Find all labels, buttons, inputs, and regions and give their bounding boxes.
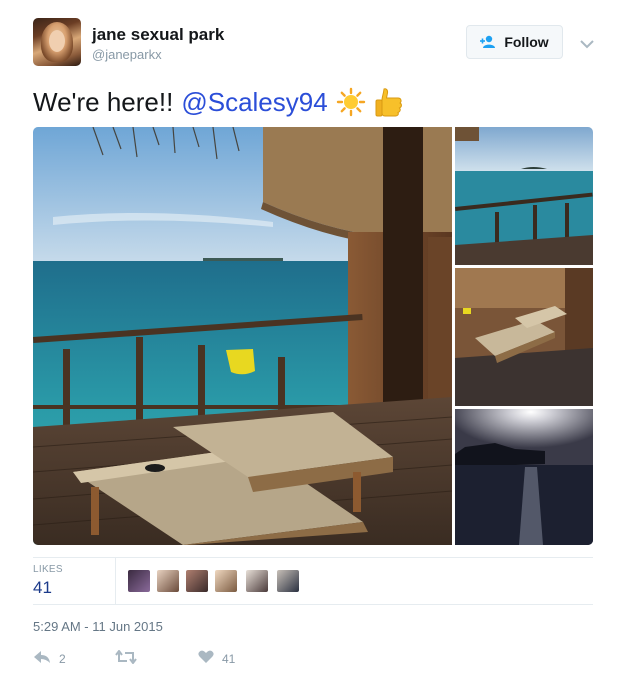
follow-button[interactable]: Follow bbox=[466, 25, 563, 59]
liker-avatar[interactable] bbox=[246, 570, 268, 592]
like-count: 41 bbox=[222, 651, 236, 666]
mention-link[interactable]: @Scalesy94 bbox=[181, 87, 327, 118]
divider bbox=[33, 557, 593, 558]
photo-thumbnail[interactable] bbox=[455, 268, 593, 406]
liker-avatar[interactable] bbox=[186, 570, 208, 592]
avatar[interactable] bbox=[33, 18, 81, 66]
liker-avatar[interactable] bbox=[215, 570, 237, 592]
reply-button[interactable]: 2 bbox=[33, 650, 66, 667]
chevron-down-icon[interactable] bbox=[580, 36, 594, 49]
add-user-icon bbox=[480, 35, 498, 49]
sun-icon bbox=[336, 87, 366, 117]
photo-thumbnail[interactable] bbox=[455, 409, 593, 545]
likes-label: LIKES bbox=[33, 564, 63, 575]
follow-button-label: Follow bbox=[504, 34, 549, 50]
tweet-body: We're here!! bbox=[33, 86, 174, 117]
retweet-icon bbox=[115, 649, 137, 667]
retweet-button[interactable] bbox=[115, 649, 145, 667]
divider bbox=[33, 604, 593, 605]
liker-avatar[interactable] bbox=[277, 570, 299, 592]
reply-count: 2 bbox=[59, 651, 66, 666]
tweet-timestamp[interactable]: 5:29 AM - 11 Jun 2015 bbox=[33, 619, 163, 634]
tweet-text: We're here!! @Scalesy94 bbox=[33, 86, 404, 118]
user-handle[interactable]: @janeparkx bbox=[92, 47, 162, 62]
reply-icon bbox=[33, 650, 51, 667]
thumbs-up-icon bbox=[374, 86, 404, 118]
liker-avatar[interactable] bbox=[157, 570, 179, 592]
tweet-card: jane sexual park @janeparkx Follow We're… bbox=[0, 0, 624, 684]
photo-main[interactable] bbox=[33, 127, 452, 545]
user-name[interactable]: jane sexual park bbox=[92, 25, 224, 45]
likes-count[interactable]: 41 bbox=[33, 578, 52, 598]
liker-avatar[interactable] bbox=[128, 570, 150, 592]
photo-thumbnail[interactable] bbox=[455, 127, 593, 265]
divider bbox=[115, 558, 116, 604]
heart-icon bbox=[198, 650, 214, 667]
like-button[interactable]: 41 bbox=[198, 650, 235, 667]
